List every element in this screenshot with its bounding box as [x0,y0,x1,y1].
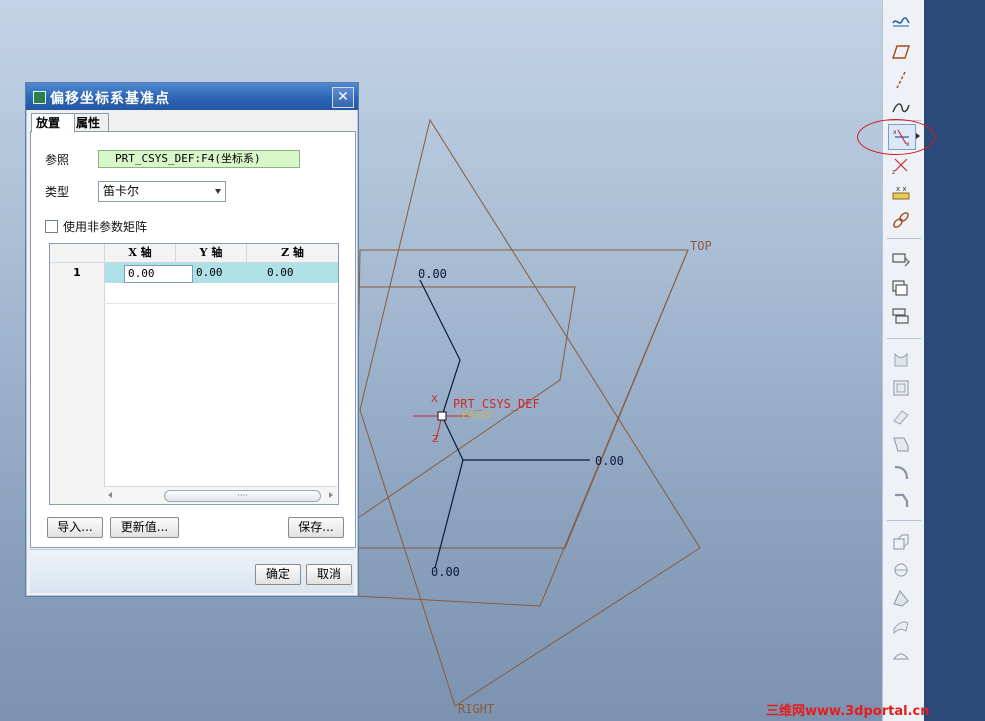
chevron-down-icon [215,189,221,194]
csys-axis-line [419,279,590,461]
offset-dim-right[interactable]: 0.00 [595,454,624,468]
scroll-right-icon[interactable] [329,492,333,498]
offset-dim-bottom[interactable]: 0.00 [431,565,460,579]
column-header-z[interactable]: Z 轴 [247,244,338,263]
sketch-curve-icon[interactable] [888,10,914,34]
toolbar-separator [887,520,921,521]
scroll-left-icon[interactable] [108,492,112,498]
plane-edge [354,249,689,607]
reference-label: 参照 [45,153,70,167]
offset-csys-datum-point-dialog: 偏移坐标系基准点 ✕ 放置 属性 参照 PRT_CSYS_DEF:F4(坐标系)… [25,82,359,597]
rib-icon[interactable] [888,586,914,610]
import-button[interactable]: 导入... [47,517,103,538]
nonparam-matrix-label: 使用非参数矩阵 [63,220,148,234]
watermark-text: 三维网www.3dportal.cn [766,704,930,719]
mirror-icon[interactable] [888,642,914,666]
table-corner-header [50,244,105,263]
right-datum-plane [359,118,701,707]
nonparam-matrix-checkbox[interactable] [45,220,58,233]
shell-icon[interactable] [888,558,914,582]
type-label: 类型 [45,185,70,199]
cell-y-value[interactable]: 0.00 [193,263,223,283]
tab-properties[interactable]: 属性 [71,113,109,133]
side-panel-strip [924,0,985,721]
cancel-button[interactable]: 取消 [306,564,352,585]
csys-origin-marker [437,411,447,421]
chamfer-icon[interactable] [888,488,914,512]
dialog-footer: 确定 取消 [30,549,354,593]
paste-special-icon[interactable] [888,304,914,328]
save-button[interactable]: 保存... [288,517,344,538]
highlight-ellipse [857,119,935,155]
type-select[interactable]: 笛卡尔 [98,181,226,202]
curve-icon[interactable] [888,96,914,120]
dialog-titlebar[interactable]: 偏移坐标系基准点 ✕ [26,83,358,110]
empty-table-row[interactable] [104,284,337,304]
dialog-title: 偏移坐标系基准点 [50,91,170,107]
draft-icon[interactable] [888,530,914,554]
blend-icon[interactable] [888,432,914,456]
ok-button[interactable]: 确定 [255,564,301,585]
revolve-icon[interactable] [888,376,914,400]
update-values-button[interactable]: 更新值... [110,517,179,538]
column-header-y[interactable]: Y 轴 [176,244,247,263]
axis-z-label: Z [432,434,439,445]
chain-link-icon[interactable] [888,208,914,232]
cell-x-value[interactable]: 0.00 [124,265,193,283]
axis-x-label: X [431,394,438,405]
toolbar-separator [887,238,921,239]
close-button[interactable]: ✕ [332,87,354,108]
offset-point-table: X 轴 Y 轴 Z 轴 1 0.00 0.00 0.00 ···· [49,243,339,505]
paste-icon[interactable] [888,276,914,300]
offset-dim-top[interactable]: 0.00 [418,267,447,281]
column-header-x[interactable]: X 轴 [105,244,176,263]
svg-text:x x: x x [896,185,907,193]
toolbar-separator [887,338,921,339]
axis-icon[interactable] [888,68,914,92]
datum-toolbar: xx z x x [882,0,925,721]
svg-text:z: z [892,169,895,175]
reference-collector[interactable]: PRT_CSYS_DEF:F4(坐标系) [98,150,300,168]
field-point-icon[interactable]: z [888,152,914,176]
cell-z-value[interactable]: 0.00 [264,263,294,283]
csys-axis-line [434,459,464,569]
tab-placement[interactable]: 放置 [31,113,75,133]
horizontal-scrollbar[interactable]: ···· [104,486,337,504]
right-plane-label: RIGHT [458,702,495,716]
scrollbar-thumb[interactable]: ···· [164,490,321,502]
copy-icon[interactable] [888,248,914,272]
row-index: 1 [50,263,105,283]
top-plane-label: TOP [690,239,712,253]
pattern-icon[interactable] [888,614,914,638]
dialog-app-icon [33,91,46,104]
plane-icon[interactable] [888,40,914,64]
type-select-value: 笛卡尔 [103,184,140,198]
extrude-icon[interactable] [888,348,914,372]
round-icon[interactable] [888,460,914,484]
row-header-column [50,263,105,504]
sweep-icon[interactable] [888,404,914,428]
csys-name-label: PRT_CSYS_DEF [453,397,540,411]
datum-point-array-icon[interactable]: x x [888,180,914,204]
placement-panel: 参照 PRT_CSYS_DEF:F4(坐标系) 类型 笛卡尔 使用非参数矩阵 X… [30,131,356,548]
csys-feature-label: F4(IV [462,410,493,421]
